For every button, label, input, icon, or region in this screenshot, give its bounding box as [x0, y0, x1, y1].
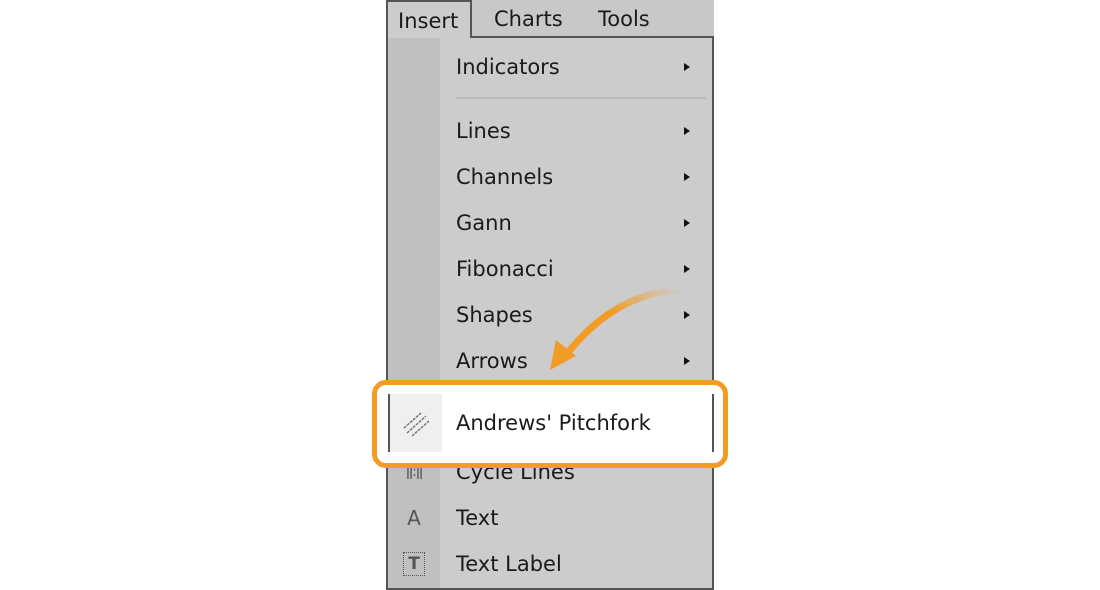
pointer-arrow-icon — [550, 286, 684, 370]
